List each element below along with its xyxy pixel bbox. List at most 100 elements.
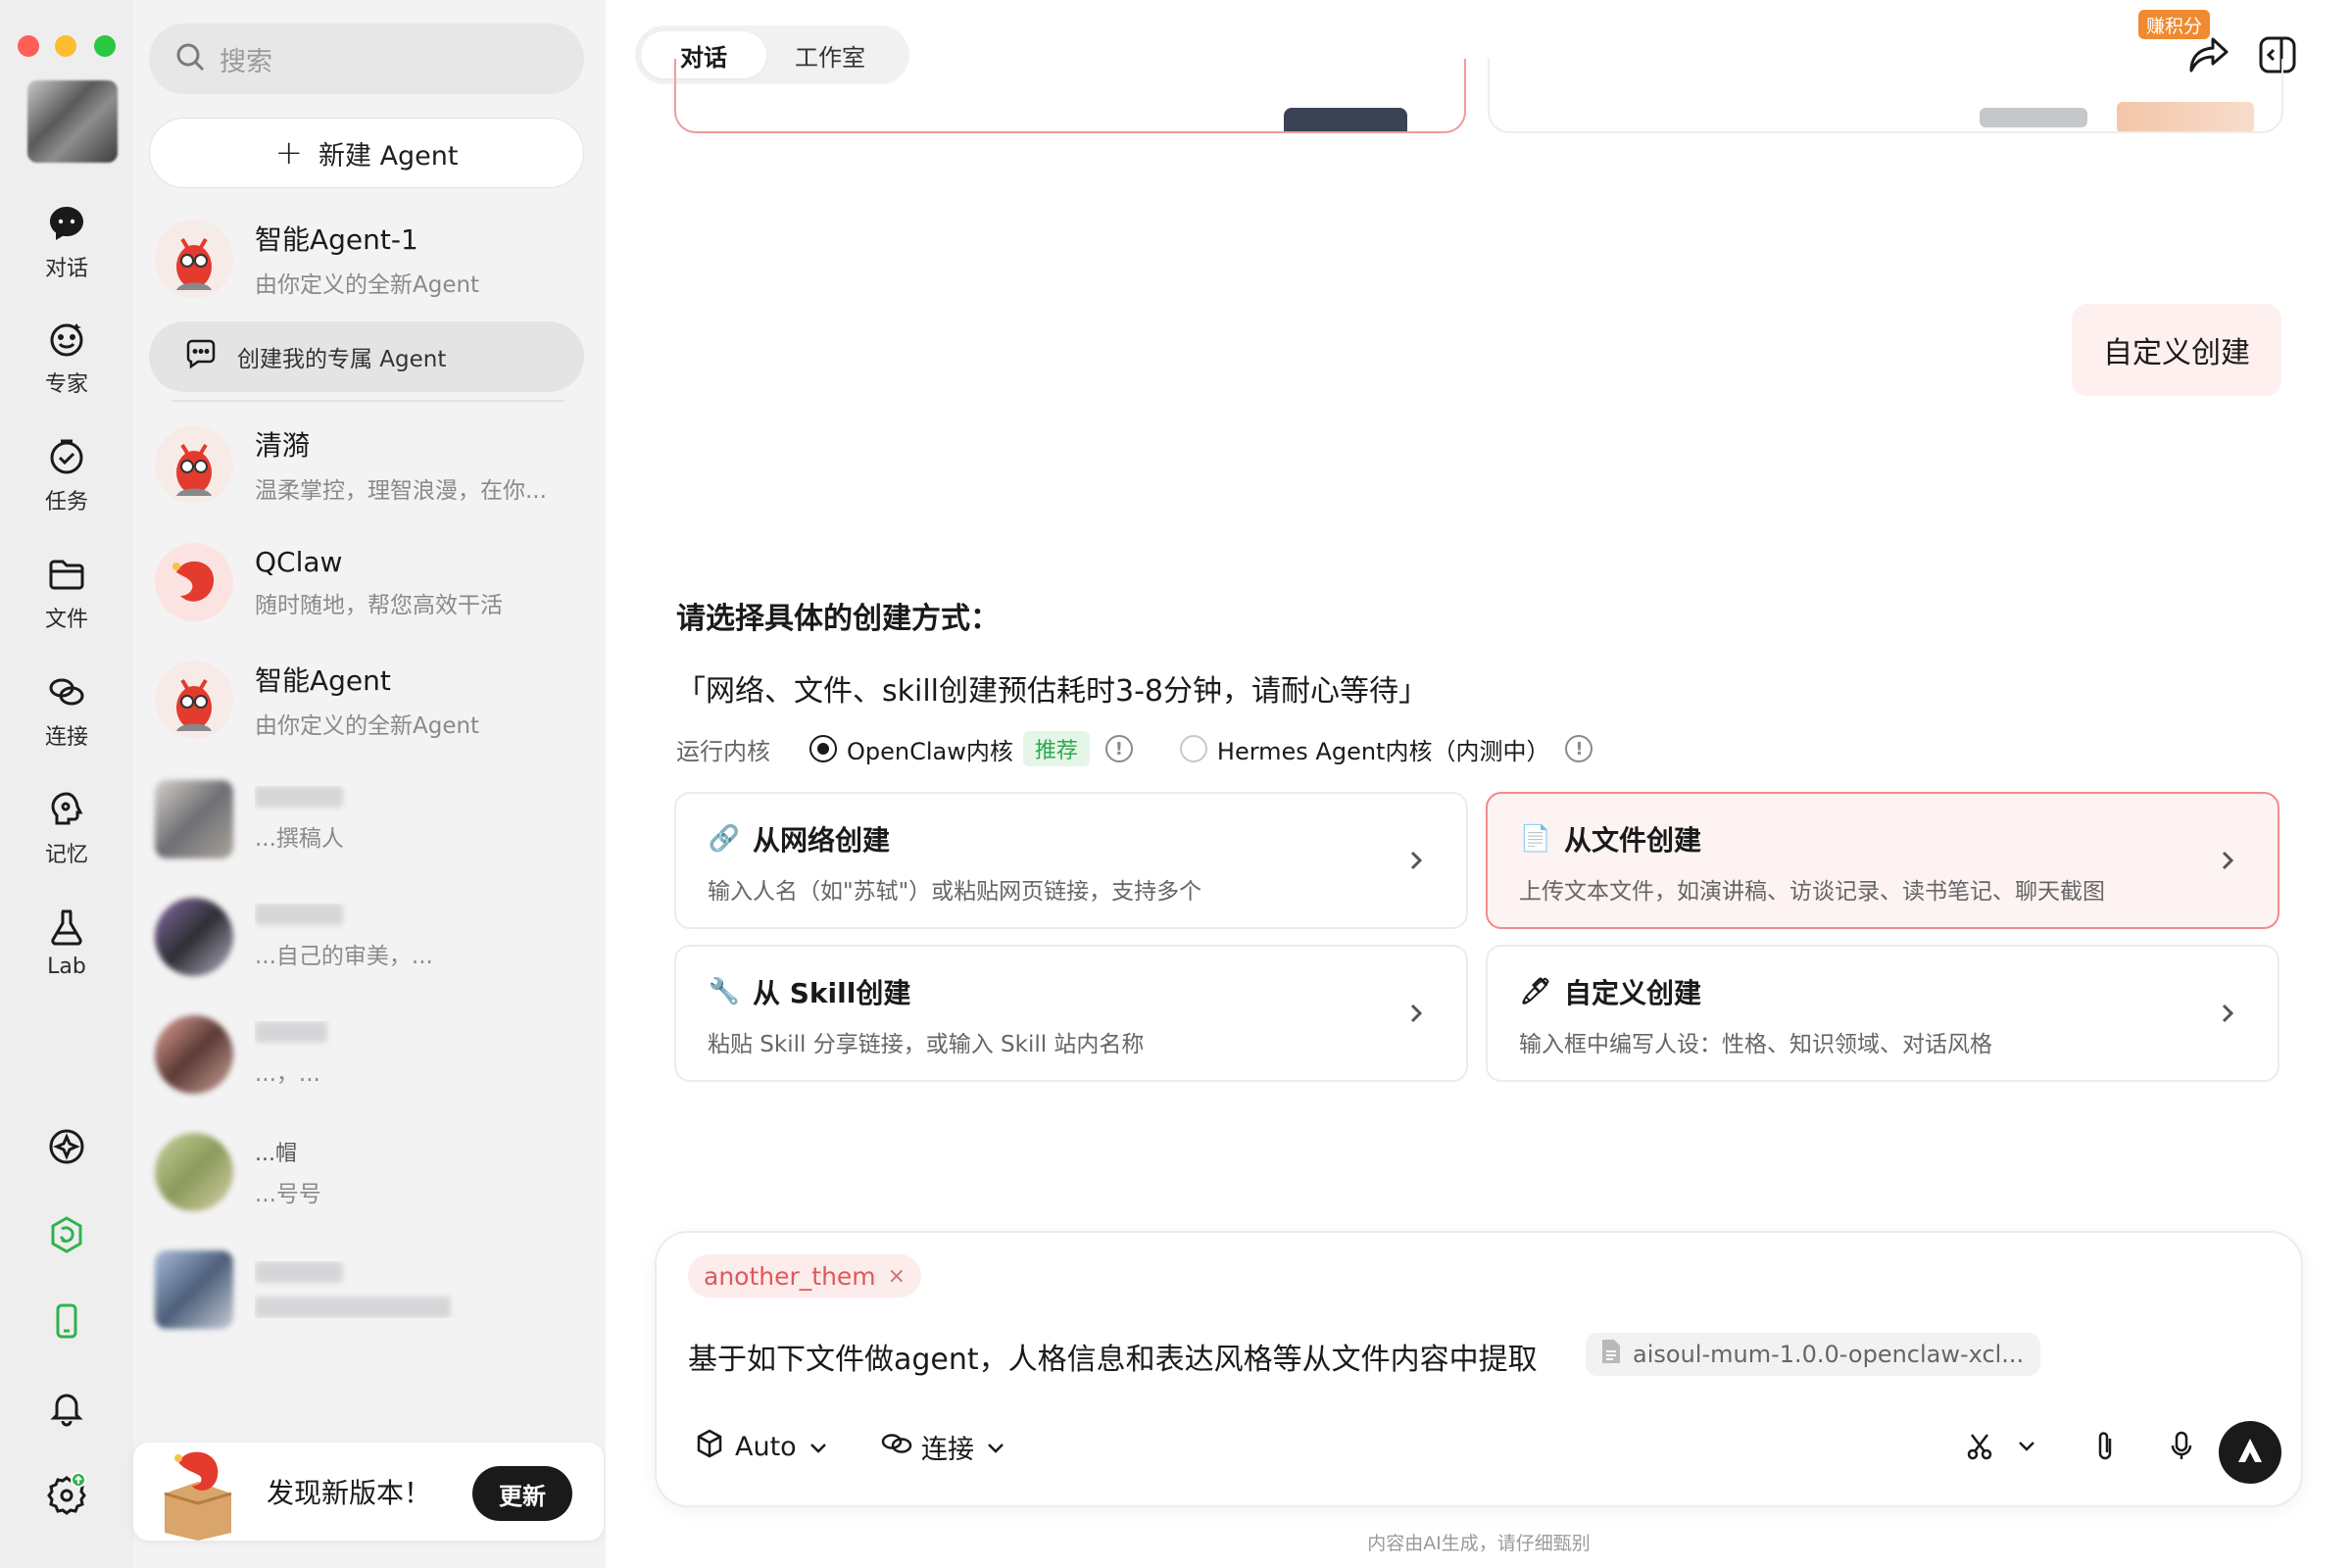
settings-icon[interactable] bbox=[43, 1470, 90, 1517]
microphone-icon[interactable] bbox=[2160, 1425, 2203, 1468]
info-icon[interactable]: ! bbox=[1565, 735, 1593, 762]
agent-desc: ...号号 bbox=[255, 1182, 321, 1207]
agent-desc: 温柔掌控，理智浪漫，在你... bbox=[255, 478, 547, 504]
rail-item-files[interactable]: 文件 bbox=[0, 553, 133, 651]
kernel-label: 运行内核 bbox=[676, 737, 770, 765]
option-from-file[interactable]: 📄 从文件创建 上传文本文件，如演讲稿、访谈记录、读书笔记、聊天截图 bbox=[1486, 792, 2279, 929]
phone-icon[interactable] bbox=[43, 1298, 90, 1345]
chevron-right-icon bbox=[2213, 996, 2242, 1031]
agent-desc: ...自己的审美，... bbox=[255, 944, 433, 969]
mention-chip[interactable]: another_them × bbox=[688, 1254, 922, 1298]
agent-desc: 由你定义的全新Agent bbox=[255, 272, 480, 298]
user-message-bubble: 自定义创建 bbox=[2072, 304, 2281, 396]
window-close-button[interactable] bbox=[18, 35, 39, 57]
agent-name: ...帽 bbox=[255, 1142, 297, 1166]
info-icon[interactable]: ! bbox=[1104, 735, 1133, 762]
option-custom[interactable]: 🖊 自定义创建 输入框中编写人设：性格、知识领域、对话风格 bbox=[1486, 945, 2279, 1082]
agent-item-1[interactable]: 智能Agent-1 由你定义的全新Agent bbox=[149, 208, 584, 310]
kernel-radio-openclaw[interactable] bbox=[809, 735, 837, 762]
profile-avatar[interactable] bbox=[27, 80, 118, 163]
option-from-skill[interactable]: 🔧 从 Skill创建 粘贴 Skill 分享链接，或输入 Skill 站内名称 bbox=[674, 945, 1468, 1082]
connect-label: 连接 bbox=[921, 1434, 974, 1465]
rail-item-chat[interactable]: 对话 bbox=[0, 202, 133, 300]
lobster-avatar bbox=[155, 425, 233, 504]
chevron-down-icon[interactable] bbox=[2005, 1425, 2048, 1468]
close-icon[interactable]: × bbox=[888, 1264, 906, 1289]
rail-label: 专家 bbox=[44, 372, 88, 397]
send-arrow-icon bbox=[2235, 1436, 2265, 1469]
smile-face-icon bbox=[45, 318, 88, 361]
model-label: Auto bbox=[735, 1431, 797, 1462]
rail-label: 连接 bbox=[44, 725, 88, 750]
file-icon bbox=[1599, 1338, 1623, 1371]
brain-bulb-icon bbox=[45, 788, 88, 831]
avatar bbox=[155, 1133, 233, 1211]
composer-text[interactable]: 基于如下文件做agent，人格信息和表达风格等从文件内容中提取 bbox=[688, 1335, 1538, 1378]
window-zoom-button[interactable] bbox=[94, 35, 116, 57]
rail-label: 记忆 bbox=[44, 843, 88, 867]
option-desc: 输入框中编写人设：性格、知识领域、对话风格 bbox=[1519, 1032, 1992, 1057]
agent-item-4[interactable]: 智能Agent 由你定义的全新Agent bbox=[149, 649, 584, 751]
update-button[interactable]: 更新 bbox=[472, 1466, 572, 1521]
main-chat-area: 对话 工作室 赚积分 自定义创建 请选择具体的创建方式： 「网络、文件、skil… bbox=[606, 0, 2352, 1568]
search-input[interactable]: 搜索 bbox=[149, 24, 584, 94]
scissors-icon[interactable] bbox=[1958, 1425, 2001, 1468]
agent-item-3[interactable]: QClaw 随时随地，帮您高效干活 bbox=[149, 531, 584, 633]
chevron-down-icon bbox=[808, 1432, 828, 1462]
create-my-agent-label: 创建我的专属 Agent bbox=[237, 347, 447, 372]
agent-item-blurred-5[interactable] bbox=[149, 1239, 584, 1341]
model-selector[interactable]: Auto bbox=[694, 1425, 828, 1468]
rail-item-experts[interactable]: 专家 bbox=[0, 318, 133, 416]
compass-icon[interactable] bbox=[43, 1123, 90, 1170]
image-fragment bbox=[1980, 108, 2087, 127]
chevron-right-icon bbox=[2213, 843, 2242, 878]
search-icon bbox=[174, 41, 206, 76]
rail-label: Lab bbox=[47, 955, 86, 979]
new-agent-label: 新建 Agent bbox=[318, 140, 459, 172]
avatar bbox=[155, 1250, 233, 1329]
message-composer[interactable]: another_them × 基于如下文件做agent，人格信息和表达风格等从文… bbox=[655, 1231, 2303, 1507]
agent-item-blurred-2[interactable]: ...自己的审美，... bbox=[149, 886, 584, 988]
blurred-name bbox=[255, 1021, 327, 1043]
option-desc: 输入人名（如"苏轼"）或粘贴网页链接，支持多个 bbox=[708, 879, 1202, 905]
window-minimize-button[interactable] bbox=[55, 35, 76, 57]
plus-icon: + bbox=[274, 133, 303, 172]
agent-item-blurred-3[interactable]: ...，... bbox=[149, 1004, 584, 1105]
blurred-name bbox=[255, 786, 343, 808]
claw-shield-icon[interactable] bbox=[43, 1211, 90, 1258]
lobster-avatar bbox=[155, 220, 233, 298]
chat-dots-icon bbox=[184, 337, 218, 376]
pen-icon: 🖊 bbox=[1519, 977, 1552, 1006]
rail-item-tasks[interactable]: 任务 bbox=[0, 435, 133, 533]
left-rail: 对话 专家 任务 文件 连接 记忆 Lab bbox=[0, 0, 133, 1568]
new-agent-button[interactable]: + 新建 Agent bbox=[149, 118, 584, 188]
create-my-agent-button[interactable]: 创建我的专属 Agent bbox=[149, 321, 584, 392]
recommended-tag: 推荐 bbox=[1022, 731, 1090, 766]
cube-icon bbox=[694, 1428, 725, 1466]
kernel-radio-hermes[interactable] bbox=[1179, 735, 1207, 762]
send-button[interactable] bbox=[2219, 1421, 2281, 1484]
agent-item-blurred-1[interactable]: ...撰稿人 bbox=[149, 768, 584, 870]
connect-selector[interactable]: 连接 bbox=[880, 1425, 1005, 1468]
agent-item-2[interactable]: 清漪 温柔掌控，理智浪漫，在你... bbox=[149, 414, 584, 515]
chat-bubble-icon bbox=[45, 202, 88, 245]
agent-item-blurred-4[interactable]: ...帽 ...号号 bbox=[149, 1121, 584, 1223]
ai-disclaimer: 内容由AI生成，请仔细甄别 bbox=[1367, 1533, 1591, 1554]
rail-item-memory[interactable]: 记忆 bbox=[0, 788, 133, 886]
previous-card-left bbox=[674, 59, 1466, 133]
rail-item-connect[interactable]: 连接 bbox=[0, 670, 133, 768]
chevron-right-icon bbox=[1401, 996, 1431, 1031]
paperclip-icon[interactable] bbox=[2083, 1425, 2127, 1468]
document-icon: 📄 bbox=[1519, 824, 1552, 854]
image-fragment bbox=[1284, 108, 1407, 131]
qclaw-avatar bbox=[155, 543, 233, 621]
rail-item-lab[interactable]: Lab bbox=[0, 906, 133, 1004]
option-from-web[interactable]: 🔗 从网络创建 输入人名（如"苏轼"）或粘贴网页链接，支持多个 bbox=[674, 792, 1468, 929]
blurred-name bbox=[255, 1261, 343, 1283]
blurred-name bbox=[255, 904, 343, 925]
creation-question: 请选择具体的创建方式： bbox=[676, 602, 1000, 636]
attached-file-chip[interactable]: aisoul-mum-1.0.0-openclaw-xcl... bbox=[1586, 1333, 2040, 1376]
bell-icon[interactable] bbox=[43, 1384, 90, 1431]
kernel-option-label: OpenClaw内核 bbox=[847, 737, 1013, 765]
avatar bbox=[155, 898, 233, 976]
